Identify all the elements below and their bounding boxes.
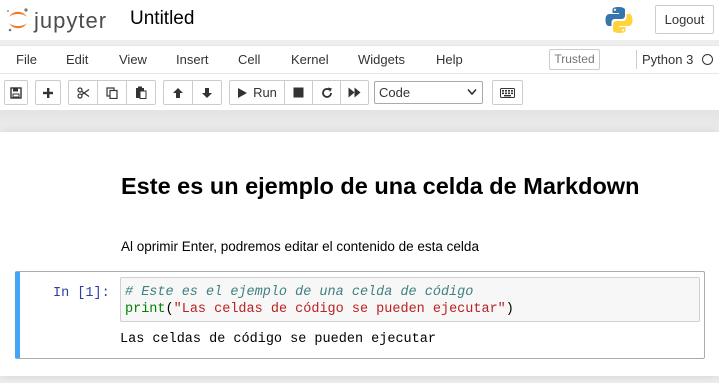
header: jupyter Untitled Logout <box>0 0 719 40</box>
code-string-token: "Las celdas de código se pueden ejecutar… <box>173 302 506 317</box>
chevron-down-icon <box>467 88 477 96</box>
arrow-up-icon <box>173 87 183 98</box>
python-logo-icon <box>605 7 633 33</box>
scissors-icon <box>76 86 89 99</box>
kernel-name[interactable]: Python 3 <box>642 52 693 67</box>
logo-text: jupyter <box>34 8 108 33</box>
restart-icon <box>321 87 332 98</box>
menubar-divider <box>636 50 637 69</box>
code-paren-token: ( <box>165 302 174 317</box>
menu-kernel[interactable]: Kernel <box>291 52 329 67</box>
code-paren-token: ) <box>505 302 514 317</box>
fast-forward-icon <box>348 87 361 98</box>
save-icon <box>10 86 22 99</box>
markdown-paragraph[interactable]: Al oprimir Enter, podremos editar el con… <box>121 239 479 254</box>
run-label: Run <box>253 85 277 100</box>
plus-icon <box>43 87 53 98</box>
code-cell[interactable]: In [1]: # Este es el ejemplo de una celd… <box>15 271 705 359</box>
copy-icon <box>106 86 118 99</box>
command-palette-button[interactable] <box>492 80 523 105</box>
menu-file[interactable]: File <box>16 52 37 67</box>
jupyter-logo[interactable]: jupyter <box>4 6 112 34</box>
keyboard-icon <box>500 87 515 98</box>
menu-widgets[interactable]: Widgets <box>358 52 405 67</box>
save-button[interactable] <box>4 80 28 105</box>
move-up-button[interactable] <box>163 80 193 105</box>
code-print-line: print("Las celdas de código se pueden ej… <box>125 302 514 317</box>
paste-icon <box>136 86 147 99</box>
code-builtin-token: print <box>125 302 166 317</box>
notebook-title[interactable]: Untitled <box>130 8 194 30</box>
code-comment-line: # Este es el ejemplo de una celda de cód… <box>125 285 474 300</box>
run-button[interactable]: Run <box>229 80 285 105</box>
notebook-container: Este es un ejemplo de una celda de Markd… <box>0 132 719 376</box>
play-icon <box>238 87 248 98</box>
cell-type-select[interactable]: Code <box>374 81 483 104</box>
restart-run-all-button[interactable] <box>340 80 369 105</box>
menu-insert[interactable]: Insert <box>176 52 209 67</box>
interrupt-button[interactable] <box>284 80 313 105</box>
notebook-site-background <box>0 110 719 132</box>
markdown-heading[interactable]: Este es un ejemplo de una celda de Markd… <box>121 173 641 199</box>
stop-icon <box>293 87 304 98</box>
move-down-button[interactable] <box>192 80 222 105</box>
kernel-idle-indicator-icon <box>702 54 713 65</box>
trusted-badge[interactable]: Trusted <box>549 49 600 70</box>
menu-view[interactable]: View <box>119 52 147 67</box>
input-prompt: In [1]: <box>53 286 110 301</box>
toolbar: Run Code <box>0 74 719 110</box>
arrow-down-icon <box>202 87 212 98</box>
jupyter-logo-icon <box>7 8 28 32</box>
menu-edit[interactable]: Edit <box>66 52 88 67</box>
menu-help[interactable]: Help <box>436 52 463 67</box>
insert-cell-button[interactable] <box>35 80 61 105</box>
copy-button[interactable] <box>97 80 127 105</box>
restart-button[interactable] <box>312 80 341 105</box>
cut-button[interactable] <box>68 80 98 105</box>
menu-cell[interactable]: Cell <box>238 52 260 67</box>
cell-type-value: Code <box>379 85 411 100</box>
paste-button[interactable] <box>126 80 156 105</box>
logout-button[interactable]: Logout <box>655 5 714 34</box>
menubar: File Edit View Insert Cell Kernel Widget… <box>0 45 719 74</box>
code-editor[interactable]: # Este es el ejemplo de una celda de cód… <box>120 277 700 322</box>
cell-output: Las celdas de código se pueden ejecutar <box>120 332 436 347</box>
